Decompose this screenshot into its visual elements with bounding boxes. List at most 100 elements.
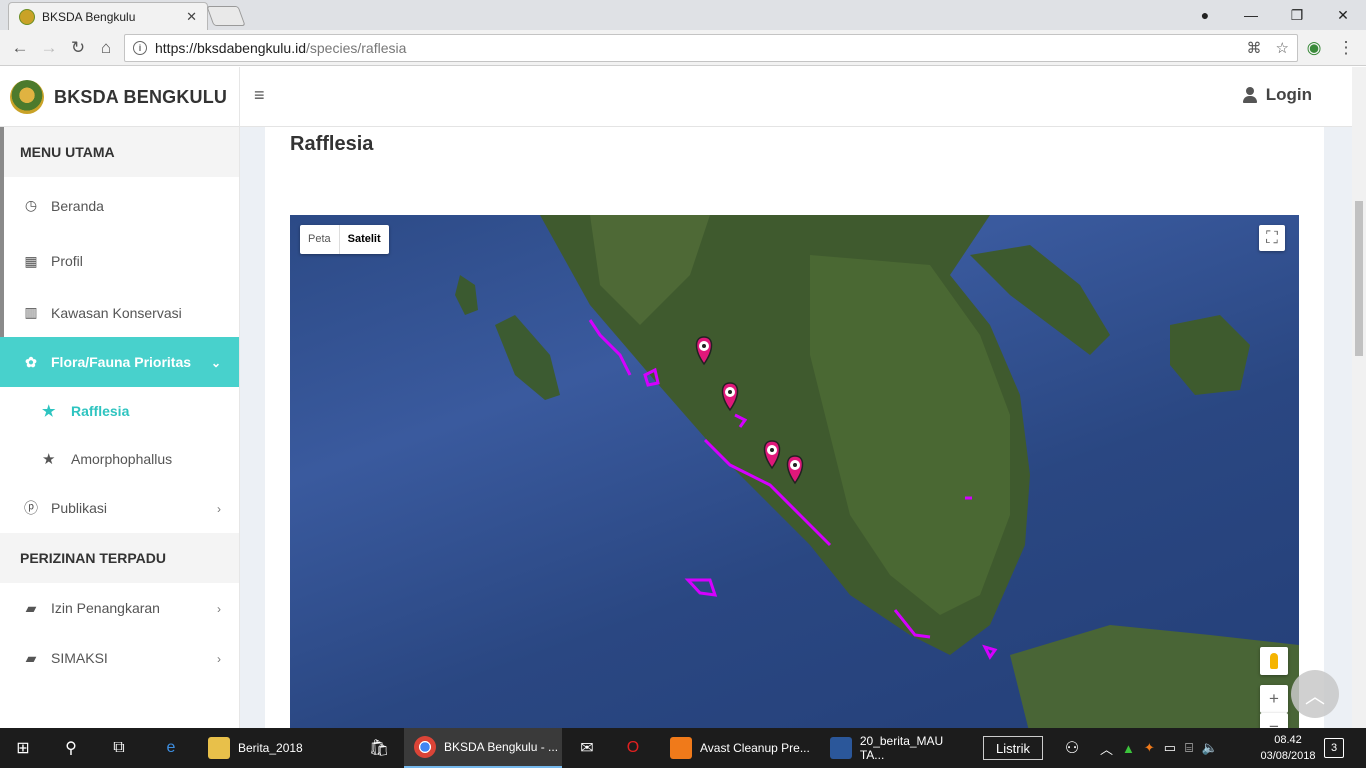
content-box: Rafflesia Peta Satelit ⛶ + −: [265, 127, 1324, 728]
brand[interactable]: BKSDA BENGKULU: [0, 67, 240, 127]
minimize-button[interactable]: —: [1228, 0, 1274, 30]
sidebar-item-beranda[interactable]: ◷ Beranda: [0, 177, 239, 234]
star-icon: ★: [42, 403, 56, 420]
sidebar-item-profil[interactable]: ▦ Profil: [0, 234, 239, 288]
chrome-icon: [414, 736, 436, 758]
sidebar-item-publikasi[interactable]: ⓟ Publikasi ›: [0, 483, 239, 533]
bookmark-star-icon[interactable]: ☆: [1276, 39, 1289, 57]
sidebar-item-label: Publikasi: [51, 500, 108, 516]
restore-button[interactable]: ❐: [1274, 0, 1320, 30]
sidebar-item-izin-penangkaran[interactable]: ▰ Izin Penangkaran ›: [0, 583, 239, 633]
browser-tab[interactable]: BKSDA Bengkulu ✕: [8, 2, 208, 30]
sidebar-item-flora-fauna[interactable]: ✿ Flora/Fauna Prioritas ⌄: [0, 337, 239, 387]
sidebar-subitem-rafflesia[interactable]: ★ Rafflesia: [0, 387, 239, 435]
back-arrow-icon[interactable]: ←: [8, 36, 32, 60]
mail-icon[interactable]: ✉: [564, 728, 610, 768]
taskbar-app-explorer[interactable]: Berita_2018: [198, 728, 350, 768]
taskbar-app-label: 20_berita_MAU TA...: [859, 734, 944, 762]
rafflesia-marker-3[interactable]: [763, 440, 781, 470]
sidebar: MENU UTAMA ◷ Beranda ▦ Profil ▥ Kawasan …: [0, 127, 240, 728]
taskbar-app-word[interactable]: 20_berita_MAU TA...: [820, 728, 970, 768]
search-icon[interactable]: ⚲: [48, 728, 94, 768]
home-icon[interactable]: ⌂: [94, 36, 118, 60]
login-button[interactable]: Login: [1242, 85, 1312, 105]
taskbar-app-avast[interactable]: Avast Cleanup Pre...: [660, 728, 818, 768]
chevron-right-icon: ›: [217, 652, 221, 666]
store-icon[interactable]: 🛍: [356, 728, 402, 768]
zoom-in-button[interactable]: +: [1260, 685, 1288, 713]
map-markers: [695, 336, 804, 485]
page-scrollbar-thumb[interactable]: [1355, 201, 1363, 356]
taskbar-app-label: Berita_2018: [238, 741, 303, 755]
login-label: Login: [1265, 85, 1312, 104]
tray-app-icon[interactable]: ▲: [1122, 741, 1135, 756]
pegman-street-view-icon[interactable]: [1260, 647, 1288, 675]
sidebar-item-label: Profil: [51, 253, 83, 269]
edge-browser-icon[interactable]: e: [148, 728, 194, 768]
sidebar-section-main: MENU UTAMA: [0, 127, 239, 177]
address-bar[interactable]: i https://bksdabengkulu.id/species/rafle…: [124, 34, 1298, 62]
close-window-button[interactable]: ✕: [1320, 0, 1366, 30]
network-icon[interactable]: ⌸: [1185, 740, 1193, 756]
browser-toolbar: ← → ↻ ⌂ i https://bksdabengkulu.id/speci…: [0, 30, 1366, 66]
sidebar-subitem-amorphophallus[interactable]: ★ Amorphophallus: [0, 435, 239, 483]
volume-mute-icon[interactable]: 🔈: [1202, 740, 1218, 756]
map-type-control: Peta Satelit: [300, 225, 389, 254]
sidebar-subitem-label: Amorphophallus: [71, 451, 173, 467]
forward-arrow-icon[interactable]: →: [37, 36, 61, 60]
tray-expand-icon[interactable]: ︿: [1100, 739, 1113, 758]
translate-icon[interactable]: ⌘: [1247, 39, 1262, 57]
bksda-logo-icon: [10, 80, 44, 114]
fullscreen-icon[interactable]: ⛶: [1259, 225, 1285, 251]
dashboard-icon: ◷: [24, 197, 38, 213]
avast-icon: [670, 737, 692, 759]
tray-avast-icon[interactable]: ✦: [1144, 740, 1155, 756]
people-icon[interactable]: ⚇: [1052, 728, 1092, 768]
page-scrollbar[interactable]: [1352, 67, 1366, 728]
map-type-satellite-button[interactable]: Satelit: [340, 225, 389, 254]
site-info-icon[interactable]: i: [133, 41, 147, 55]
gear-icon: ✿: [25, 353, 37, 370]
chevron-right-icon: ›: [217, 502, 221, 516]
system-tray: ︿ ▲ ✦ ▭ ⌸ 🔈: [1100, 728, 1218, 768]
tab-close-icon[interactable]: ✕: [186, 9, 197, 25]
taskbar-app-chrome[interactable]: BKSDA Bengkulu - ...: [404, 728, 562, 768]
book-icon: ▰: [25, 599, 37, 616]
chevron-right-icon: ›: [217, 602, 221, 616]
sidebar-item-label: Izin Penangkaran: [51, 600, 160, 616]
sidebar-item-label: Beranda: [51, 197, 104, 214]
browser-menu-icon[interactable]: ⋮: [1334, 36, 1358, 60]
notification-center-icon[interactable]: 3: [1324, 738, 1344, 758]
windows-start-icon[interactable]: ⊞: [0, 728, 46, 768]
scroll-to-top-button[interactable]: ︿: [1291, 670, 1339, 718]
folder-icon: [208, 737, 230, 759]
system-clock[interactable]: 08.42 03/08/2018: [1258, 732, 1318, 764]
clock-time: 08.42: [1274, 734, 1302, 746]
sidebar-item-simaksi[interactable]: ▰ SIMAKSI ›: [0, 633, 239, 683]
rafflesia-marker-2[interactable]: [721, 382, 739, 412]
reload-icon[interactable]: ↻: [66, 36, 90, 60]
taskbar-app-label: BKSDA Bengkulu - ...: [444, 740, 559, 754]
sidebar-item-label: SIMAKSI: [51, 650, 108, 666]
satellite-map[interactable]: Peta Satelit ⛶ + −: [290, 215, 1299, 728]
listrik-toolbar-button[interactable]: Listrik: [983, 736, 1043, 760]
profile-icon[interactable]: ●: [1182, 0, 1228, 30]
sidebar-item-label: Kawasan Konservasi: [51, 304, 182, 321]
chevron-down-icon: ⌄: [210, 356, 221, 370]
sidebar-item-kawasan-konservasi[interactable]: ▥ Kawasan Konservasi: [0, 288, 239, 337]
new-tab-button[interactable]: [206, 6, 246, 26]
taskbar-app-label: Avast Cleanup Pre...: [700, 741, 810, 755]
extension-icon[interactable]: ◉: [1302, 36, 1326, 60]
rafflesia-marker-1[interactable]: [695, 336, 713, 366]
task-view-icon[interactable]: ⧉: [96, 728, 142, 768]
rafflesia-marker-4[interactable]: [786, 455, 804, 485]
page-title: Rafflesia: [290, 133, 374, 155]
user-icon: [1242, 87, 1257, 103]
brand-name: BKSDA BENGKULU: [54, 86, 228, 107]
zoom-out-button[interactable]: −: [1260, 713, 1288, 728]
map-type-map-button[interactable]: Peta: [300, 225, 340, 254]
opera-icon[interactable]: O: [610, 728, 656, 768]
battery-icon[interactable]: ▭: [1164, 740, 1176, 756]
book-icon: ▰: [25, 649, 37, 666]
hamburger-menu-icon[interactable]: ≡: [254, 85, 265, 106]
